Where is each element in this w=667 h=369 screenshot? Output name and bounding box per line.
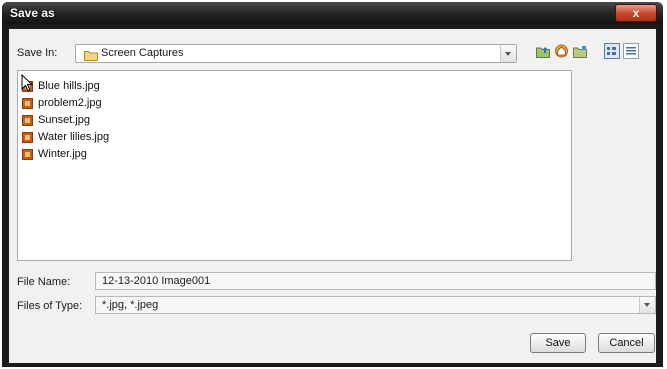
list-view-icon: [607, 47, 616, 55]
details-view-icon: [626, 47, 636, 55]
save-in-dropdown-button[interactable]: [500, 45, 516, 62]
dialog-body: Save In: Screen Captures Blue hills.jpg …: [9, 29, 656, 363]
file-name-value: 12-13-2010 Image001: [102, 275, 211, 287]
title-bar: Save as x: [2, 2, 663, 24]
mouse-cursor-icon: [21, 73, 34, 97]
image-file-icon: [22, 149, 33, 160]
save-in-label: Save In:: [17, 47, 58, 59]
file-name-text: Winter.jpg: [38, 148, 87, 160]
file-name-label: File Name:: [17, 276, 71, 288]
save-button[interactable]: Save: [530, 333, 586, 353]
file-type-dropdown-button[interactable]: [639, 297, 655, 313]
cancel-button[interactable]: Cancel: [598, 333, 655, 353]
file-list[interactable]: Blue hills.jpg problem2.jpg Sunset.jpg W…: [17, 70, 572, 261]
new-folder-icon[interactable]: [573, 45, 587, 63]
file-name-text: problem2.jpg: [38, 97, 102, 109]
dialog-title: Save as: [10, 6, 55, 20]
save-in-dropdown[interactable]: Screen Captures: [75, 44, 517, 63]
file-name-field[interactable]: 12-13-2010 Image001: [95, 272, 656, 290]
folder-icon: [84, 48, 98, 66]
file-name-text: Sunset.jpg: [38, 114, 90, 126]
home-icon[interactable]: [554, 43, 569, 63]
up-folder-icon[interactable]: [536, 45, 550, 63]
file-name-text: Blue hills.jpg: [38, 80, 100, 92]
file-type-label: Files of Type:: [17, 300, 83, 312]
chevron-down-icon: [505, 52, 511, 56]
details-view-button[interactable]: [623, 43, 639, 59]
save-in-value: Screen Captures: [101, 47, 184, 59]
file-type-dropdown[interactable]: *.jpg, *.jpeg: [95, 296, 656, 314]
file-name-text: Water lilies.jpg: [38, 131, 110, 143]
save-as-dialog: Save as x Save In: Screen Captures Blue …: [2, 2, 663, 367]
image-file-icon: [22, 132, 33, 143]
close-button[interactable]: x: [615, 4, 657, 22]
list-view-button[interactable]: [604, 43, 620, 59]
image-file-icon: [22, 115, 33, 126]
image-file-icon: [22, 98, 33, 109]
chevron-down-icon: [644, 303, 650, 307]
file-type-value: *.jpg, *.jpeg: [102, 299, 159, 311]
